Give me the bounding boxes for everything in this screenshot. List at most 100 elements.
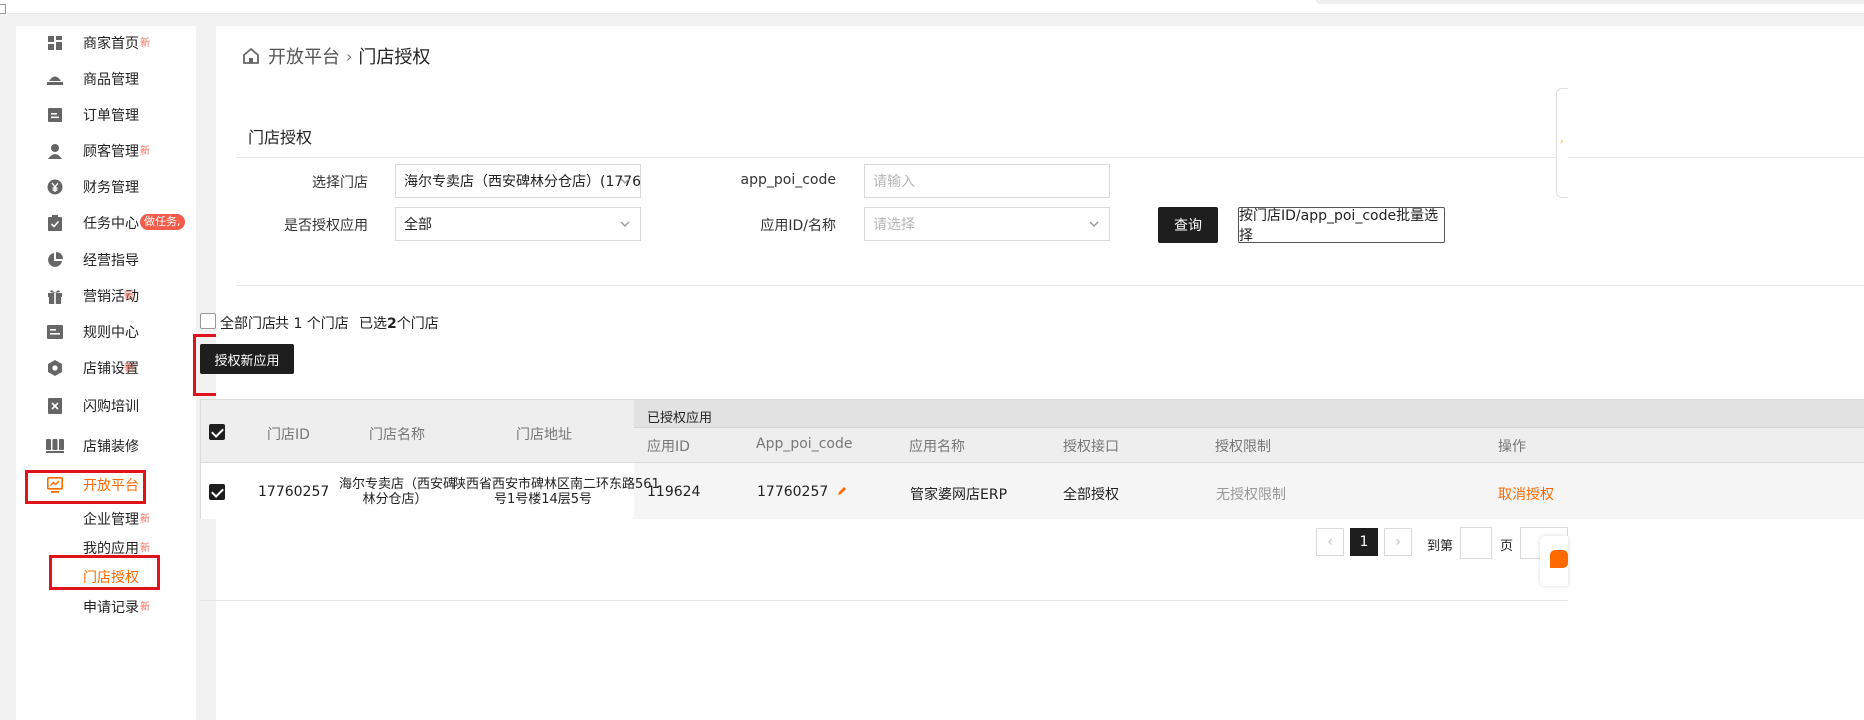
store-name-line1: 海尔专卖店（西安碑 (339, 477, 457, 492)
new-badge: 新 (124, 291, 134, 302)
sidebar-item-home[interactable]: 商家首页 新 (16, 26, 196, 60)
main-content: 开放平台 › 门店授权 门店授权 选择门店 海尔专卖店（西安碑林分仓店）(177… (216, 26, 1864, 720)
breadcrumb-separator: › (346, 46, 353, 66)
sidebar-subitem-label: 申请记录 (83, 600, 139, 616)
sidebar-item-label: 商家首页 (83, 36, 139, 52)
col-app-name: 应用名称 (909, 439, 965, 455)
col-app-poi-code: App_poi_code (756, 436, 853, 452)
app-filter-placeholder: 请选择 (873, 217, 915, 233)
row-checkbox[interactable] (209, 484, 225, 500)
chevron-right-icon: › (1560, 137, 1564, 147)
prev-page-button[interactable]: ‹ (1316, 528, 1344, 556)
sidebar-item-store-settings[interactable]: 店铺设置 新 (16, 351, 196, 385)
training-icon (46, 397, 64, 415)
settings-icon (46, 359, 64, 377)
select-all-checkbox[interactable] (200, 313, 216, 329)
chevron-down-icon (620, 221, 630, 227)
gift-icon (46, 287, 64, 305)
col-action: 操作 (1498, 439, 1526, 455)
page-1-button[interactable]: 1 (1350, 528, 1378, 556)
sidebar-item-label: 规则中心 (83, 325, 139, 341)
top-bar (0, 0, 1864, 14)
cell-app-id: 119624 (647, 484, 701, 500)
cell-app-name: 管家婆网店ERP (910, 487, 1008, 503)
sidebar-item-rules[interactable]: 规则中心 (16, 315, 196, 349)
sidebar-item-customers[interactable]: 顾客管理 新 (16, 134, 196, 168)
sidebar: 商家首页 新 商品管理 订单管理 顾客管理 新 财务管理 任务中心 做任务, 经… (16, 26, 196, 720)
col-limit: 授权限制 (1215, 439, 1271, 455)
products-icon (46, 70, 64, 88)
sidebar-item-label: 闪购培训 (83, 399, 139, 415)
cell-store-name: 海尔专卖店（西安碑 林分仓店） (339, 477, 457, 507)
section-title: 门店授权 (248, 128, 313, 147)
sidebar-item-marketing[interactable]: 营销活动 新 (16, 279, 196, 313)
auth-filter-select[interactable]: 全部 (395, 207, 641, 241)
user-icon (46, 142, 64, 160)
app-filter-select[interactable]: 请选择 (864, 207, 1110, 241)
next-page-button[interactable]: › (1384, 528, 1412, 556)
col-app-id: 应用ID (647, 439, 690, 455)
selected-suffix: 个门店 (396, 316, 439, 332)
store-select[interactable]: 海尔专卖店（西安碑林分仓店）(177602 (395, 164, 641, 198)
sidebar-item-label: 订单管理 (83, 108, 139, 124)
edit-pencil-icon[interactable] (837, 486, 847, 496)
batch-select-button[interactable]: 按门店ID/app_poi_code批量选择 (1238, 207, 1445, 244)
sidebar-item-guidance[interactable]: 经营指导 (16, 243, 196, 277)
selected-count-text: 已选2个门店 (359, 313, 439, 333)
sidebar-item-tasks[interactable]: 任务中心 做任务, (16, 206, 196, 240)
clipboard-icon (0, 4, 6, 14)
top-search-area[interactable] (1316, 0, 1864, 4)
sidebar-item-orders[interactable]: 订单管理 (16, 98, 196, 132)
store-select-label: 选择门店 (312, 175, 368, 191)
goto-page-input[interactable] (1460, 527, 1492, 559)
new-badge: 新 (140, 146, 150, 157)
breadcrumb-root[interactable]: 开放平台 (268, 43, 340, 69)
cancel-auth-link[interactable]: 取消授权 (1498, 484, 1554, 504)
dashboard-icon (46, 34, 64, 52)
query-button[interactable]: 查询 (1158, 207, 1218, 243)
store-table: 门店ID 门店名称 门店地址 已授权应用 应用ID App_poi_code 应… (200, 399, 1864, 519)
chat-float-button[interactable] (1540, 536, 1568, 586)
sidebar-subitem-store-auth[interactable]: 门店授权 (16, 562, 196, 590)
sidebar-subitem-label: 门店授权 (83, 570, 139, 586)
cell-app-poi-code: 17760257 (757, 484, 847, 500)
orders-icon (46, 106, 64, 124)
sidebar-subitem-label: 我的应用 (83, 541, 139, 557)
sidebar-subitem-applications[interactable]: 申请记录 新 (16, 592, 196, 620)
header-checkbox[interactable] (209, 424, 225, 440)
col-interface: 授权接口 (1063, 439, 1119, 455)
group-header-authorized-apps: 已授权应用 (647, 411, 713, 426)
address-line1: 陕西省西安市碑林区南二环东路561 (453, 477, 660, 492)
chevron-down-icon (1089, 221, 1099, 227)
rules-icon (46, 323, 64, 341)
task-icon (46, 214, 64, 232)
col-store-id: 门店ID (267, 427, 310, 443)
sidebar-subitem-my-apps[interactable]: 我的应用 新 (16, 533, 196, 561)
cell-interface: 全部授权 (1063, 487, 1119, 503)
home-icon[interactable] (242, 47, 260, 65)
pie-chart-icon (46, 251, 64, 269)
new-badge: 新 (140, 514, 150, 525)
sidebar-item-label: 顾客管理 (83, 144, 139, 160)
sidebar-subitem-enterprise[interactable]: 企业管理 新 (16, 504, 196, 532)
divider (236, 157, 1864, 158)
authorize-new-app-button[interactable]: 授权新应用 (200, 344, 294, 374)
chat-icon (1550, 550, 1568, 568)
chevron-down-icon (620, 178, 630, 184)
sidebar-item-products[interactable]: 商品管理 (16, 62, 196, 96)
sidebar-item-label: 财务管理 (83, 180, 139, 196)
sidebar-item-finance[interactable]: 财务管理 (16, 170, 196, 204)
poi-code-input[interactable]: 请输入 (864, 164, 1110, 198)
new-badge: 新 (124, 363, 134, 374)
side-panel-handle[interactable]: › (1556, 88, 1568, 198)
open-platform-icon (46, 476, 64, 494)
app-filter-label: 应用ID/名称 (760, 218, 836, 234)
sidebar-item-open-platform[interactable]: 开放平台 (16, 468, 196, 502)
breadcrumb: 开放平台 › 门店授权 (242, 44, 430, 68)
sidebar-item-label: 店铺装修 (83, 439, 139, 455)
new-badge: 新 (140, 602, 150, 613)
sidebar-item-training[interactable]: 闪购培训 (16, 389, 196, 423)
select-all-label: 全部门店 (220, 316, 276, 332)
sidebar-item-decoration[interactable]: 店铺装修 (16, 429, 196, 463)
table-divider (201, 462, 1864, 463)
